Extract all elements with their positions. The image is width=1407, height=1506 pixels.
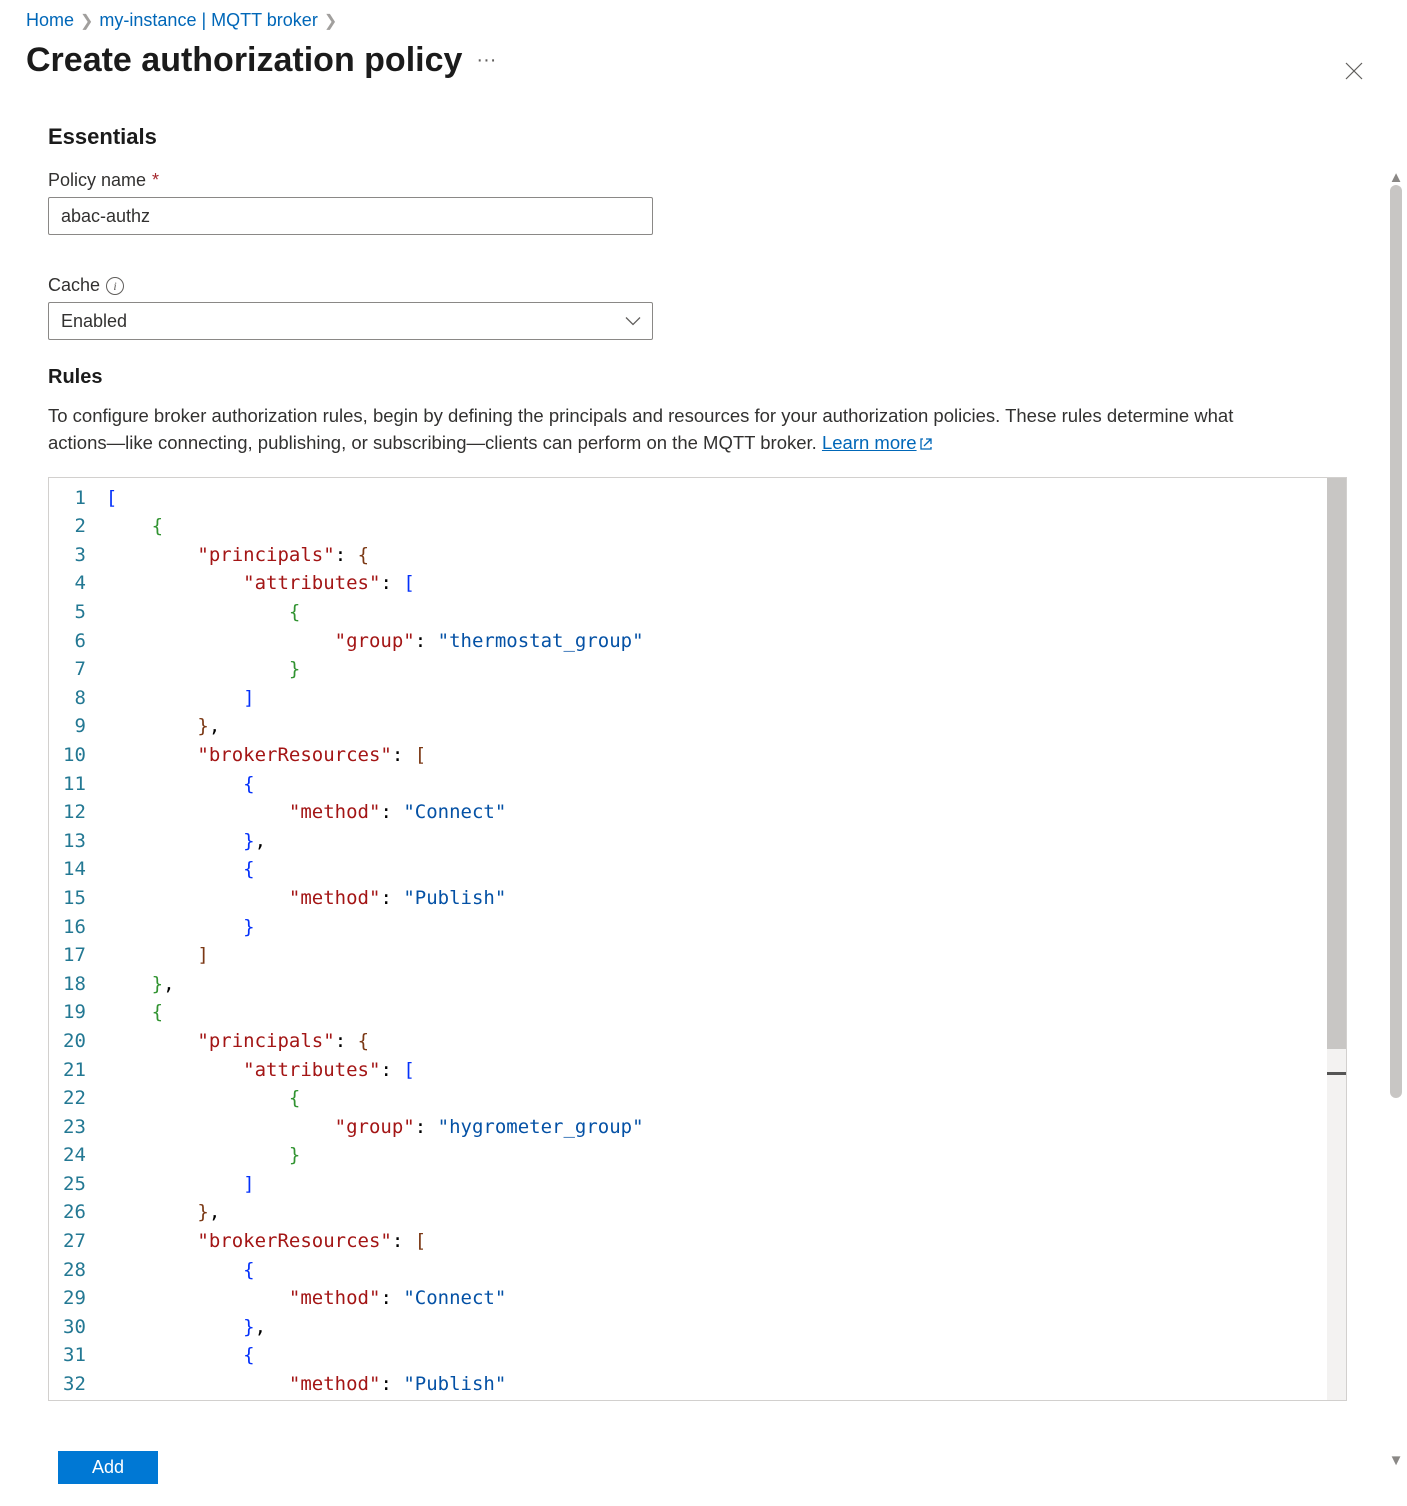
editor-code[interactable]: [ { "principals": { "attributes": [ { "g… (102, 478, 1346, 1400)
chevron-right-icon: ❯ (80, 11, 93, 31)
add-button[interactable]: Add (58, 1451, 158, 1484)
required-indicator: * (152, 170, 159, 191)
cache-select-value: Enabled (61, 311, 127, 332)
scrollbar-marker (1327, 1072, 1346, 1075)
breadcrumb: Home ❯ my-instance | MQTT broker ❯ (0, 0, 1407, 35)
external-link-icon (919, 432, 933, 459)
page-scrollbar[interactable]: ▲ ▼ (1389, 170, 1403, 1468)
cache-select[interactable]: Enabled (48, 302, 653, 340)
chevron-right-icon: ❯ (324, 11, 337, 31)
more-actions-button[interactable]: ··· (462, 49, 510, 72)
page-scrollbar-thumb[interactable] (1390, 185, 1402, 1098)
policy-name-input[interactable] (48, 197, 653, 235)
rules-heading: Rules (48, 366, 1347, 389)
close-icon (1344, 61, 1364, 81)
essentials-heading: Essentials (48, 124, 1347, 150)
close-button[interactable] (1341, 58, 1367, 84)
scroll-down-icon[interactable]: ▼ (1389, 1453, 1404, 1468)
cache-label: Cache (48, 275, 100, 296)
editor-scrollbar[interactable] (1327, 478, 1346, 1400)
info-icon[interactable]: i (106, 277, 124, 295)
editor-gutter: 1234567891011121314151617181920212223242… (49, 478, 102, 1400)
rules-json-editor[interactable]: 1234567891011121314151617181920212223242… (48, 477, 1347, 1401)
scrollbar-thumb[interactable] (1327, 478, 1346, 1050)
page-title: Create authorization policy (26, 41, 462, 80)
rules-description: To configure broker authorization rules,… (48, 403, 1248, 459)
policy-name-label: Policy name (48, 170, 146, 191)
breadcrumb-home[interactable]: Home (26, 10, 74, 31)
scroll-up-icon[interactable]: ▲ (1389, 170, 1404, 185)
learn-more-link[interactable]: Learn more (822, 432, 933, 453)
breadcrumb-instance[interactable]: my-instance | MQTT broker (99, 10, 317, 31)
